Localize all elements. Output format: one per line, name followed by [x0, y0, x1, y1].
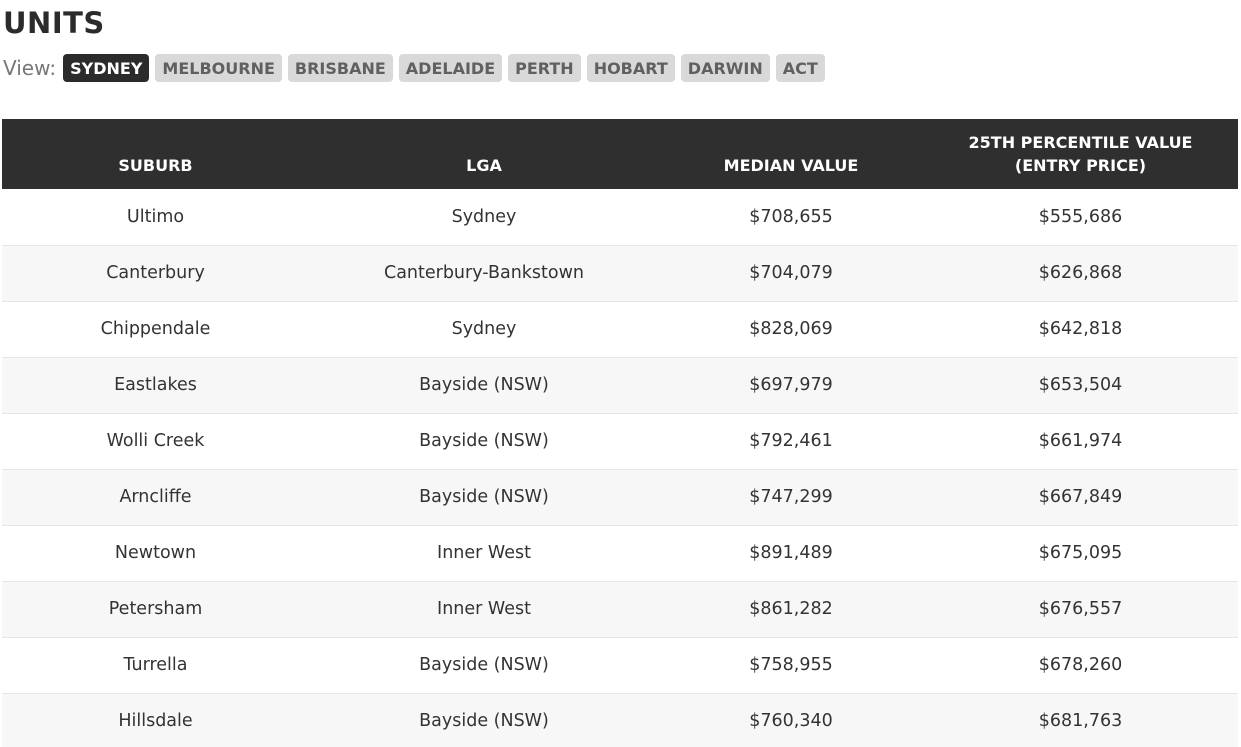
table-row: Ultimo Sydney $708,655 $555,686 — [2, 189, 1238, 246]
tab-perth[interactable]: PERTH — [508, 54, 581, 82]
table-row: Turrella Bayside (NSW) $758,955 $678,260 — [2, 637, 1238, 694]
cell-suburb: Chippendale — [2, 301, 309, 358]
page-title: UNITS — [3, 6, 105, 40]
cell-suburb: Newtown — [2, 525, 309, 582]
cell-suburb: Hillsdale — [2, 693, 309, 747]
cell-median-value: $708,655 — [659, 189, 923, 246]
cell-suburb: Eastlakes — [2, 357, 309, 414]
tab-hobart[interactable]: HOBART — [586, 54, 675, 82]
header-25th-percentile-line1: 25TH PERCENTILE VALUE — [968, 133, 1193, 152]
cell-25th-percentile: $678,260 — [923, 637, 1238, 694]
cell-lga: Bayside (NSW) — [309, 357, 659, 414]
cell-suburb: Arncliffe — [2, 469, 309, 526]
cell-median-value: $697,979 — [659, 357, 923, 414]
tab-melbourne[interactable]: MELBOURNE — [155, 54, 282, 82]
cell-lga: Inner West — [309, 525, 659, 582]
cell-lga: Sydney — [309, 301, 659, 358]
cell-lga: Bayside (NSW) — [309, 693, 659, 747]
table-row: Newtown Inner West $891,489 $675,095 — [2, 525, 1238, 582]
tab-act[interactable]: ACT — [775, 54, 825, 82]
header-median-value[interactable]: MEDIAN VALUE — [659, 119, 923, 189]
cell-25th-percentile: $681,763 — [923, 693, 1238, 747]
cell-25th-percentile: $667,849 — [923, 469, 1238, 526]
cell-lga: Canterbury-Bankstown — [309, 245, 659, 302]
table-row: Wolli Creek Bayside (NSW) $792,461 $661,974 — [2, 413, 1238, 470]
table-body: Ultimo Sydney $708,655 $555,686 Canterbury Ca… — [2, 189, 1238, 747]
tab-brisbane[interactable]: BRISBANE — [287, 54, 393, 82]
table-row: Hillsdale Bayside (NSW) $760,340 $681,763 — [2, 693, 1238, 747]
cell-25th-percentile: $661,974 — [923, 413, 1238, 470]
table-row: Chippendale Sydney $828,069 $642,818 — [2, 301, 1238, 358]
table-row: Eastlakes Bayside (NSW) $697,979 $653,504 — [2, 357, 1238, 414]
header-25th-percentile-line2: (ENTRY PRICE) — [1014, 156, 1147, 175]
cell-25th-percentile: $642,818 — [923, 301, 1238, 358]
cell-suburb: Ultimo — [2, 189, 309, 246]
cell-suburb: Turrella — [2, 637, 309, 694]
cell-median-value: $704,079 — [659, 245, 923, 302]
cell-lga: Sydney — [309, 189, 659, 246]
cell-median-value: $747,299 — [659, 469, 923, 526]
cell-25th-percentile: $555,686 — [923, 189, 1238, 246]
cell-25th-percentile: $676,557 — [923, 581, 1238, 638]
tab-darwin[interactable]: DARWIN — [680, 54, 770, 82]
table-row: Petersham Inner West $861,282 $676,557 — [2, 581, 1238, 638]
header-suburb[interactable]: SUBURB — [2, 119, 309, 189]
view-label: View: — [3, 56, 57, 80]
cell-25th-percentile: $653,504 — [923, 357, 1238, 414]
table-header-row: SUBURB LGA MEDIAN VALUE 25TH PERCENTILE … — [2, 119, 1238, 189]
header-lga[interactable]: LGA — [309, 119, 659, 189]
view-selector: View: SYDNEY MELBOURNE BRISBANE ADELAIDE… — [3, 54, 825, 82]
table-row: Arncliffe Bayside (NSW) $747,299 $667,849 — [2, 469, 1238, 526]
cell-median-value: $758,955 — [659, 637, 923, 694]
cell-lga: Inner West — [309, 581, 659, 638]
cell-lga: Bayside (NSW) — [309, 413, 659, 470]
city-tabs: SYDNEY MELBOURNE BRISBANE ADELAIDE PERTH… — [63, 54, 825, 82]
cell-median-value: $861,282 — [659, 581, 923, 638]
cell-median-value: $828,069 — [659, 301, 923, 358]
table-row: Canterbury Canterbury-Bankstown $704,079 $6… — [2, 245, 1238, 302]
cell-lga: Bayside (NSW) — [309, 469, 659, 526]
cell-median-value: $760,340 — [659, 693, 923, 747]
cell-25th-percentile: $675,095 — [923, 525, 1238, 582]
header-25th-percentile[interactable]: 25TH PERCENTILE VALUE (ENTRY PRICE) — [923, 119, 1238, 189]
cell-suburb: Petersham — [2, 581, 309, 638]
cell-suburb: Wolli Creek — [2, 413, 309, 470]
tab-sydney[interactable]: SYDNEY — [63, 54, 150, 82]
cell-suburb: Canterbury — [2, 245, 309, 302]
cell-median-value: $792,461 — [659, 413, 923, 470]
cell-25th-percentile: $626,868 — [923, 245, 1238, 302]
cell-median-value: $891,489 — [659, 525, 923, 582]
cell-lga: Bayside (NSW) — [309, 637, 659, 694]
units-table: SUBURB LGA MEDIAN VALUE 25TH PERCENTILE … — [2, 119, 1238, 747]
tab-adelaide[interactable]: ADELAIDE — [398, 54, 503, 82]
